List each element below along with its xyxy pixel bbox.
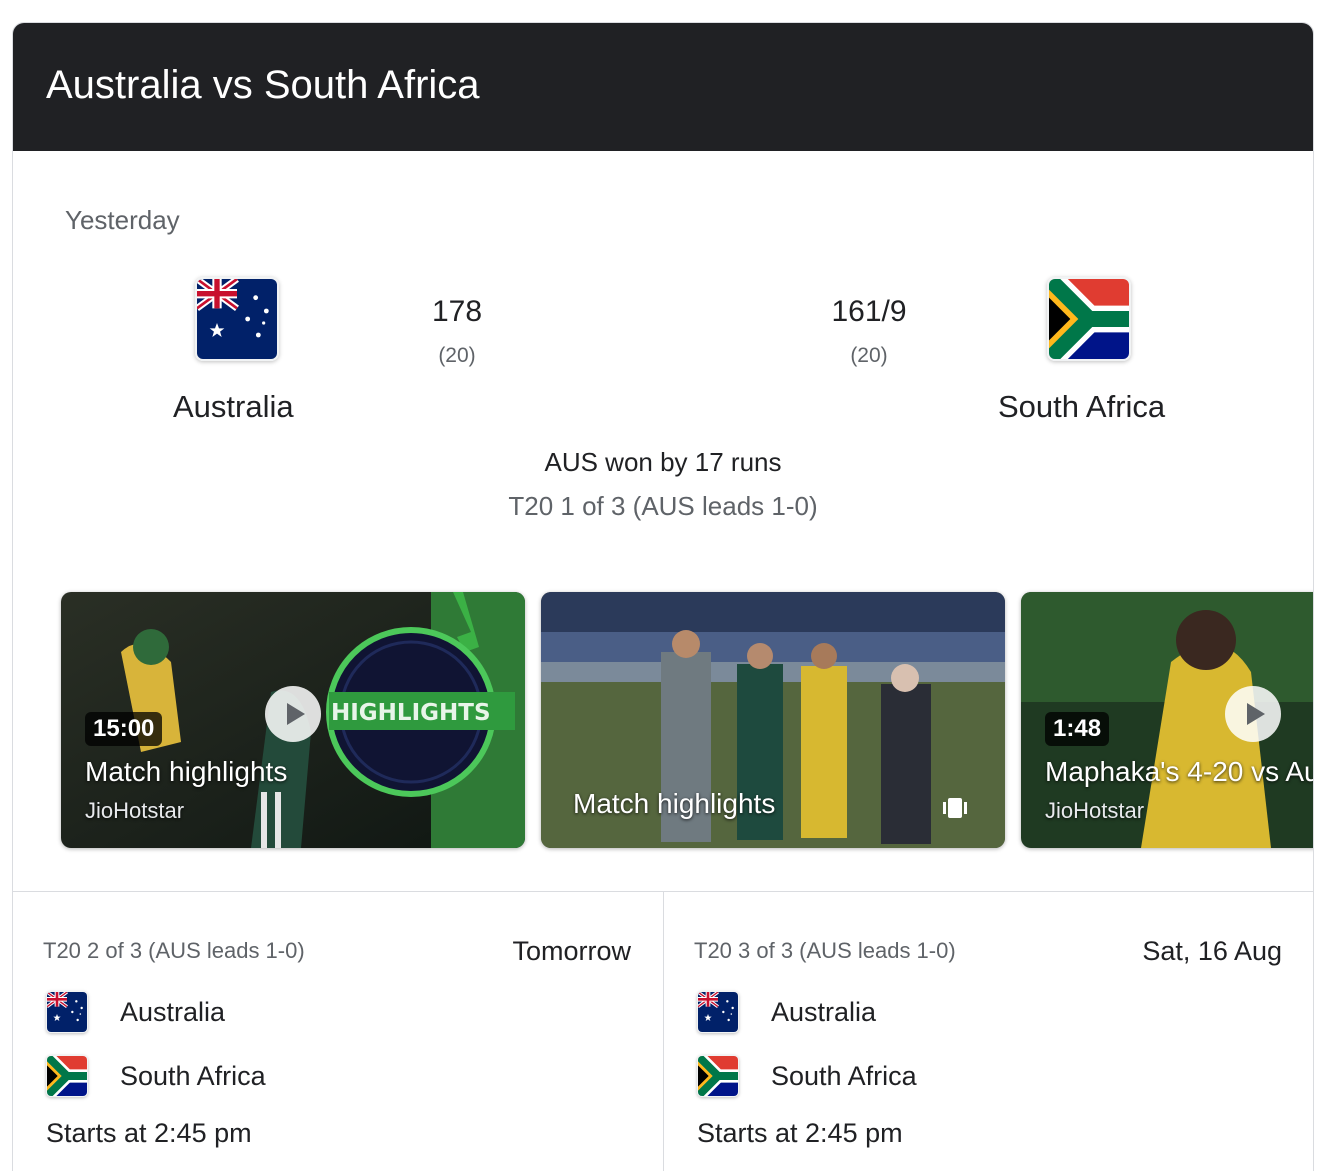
video-title: Match highlights [573,788,776,819]
upcoming-date: Tomorrow [512,936,631,966]
team1-score: 178 [431,295,483,328]
upcoming-team1-row: Australia [697,991,876,1033]
video-card-1[interactable]: HIGHLIGHTS 15:00 Match highlights JioHot… [61,592,525,848]
upcoming-series: T20 3 of 3 (AUS leads 1-0) [694,938,956,963]
video-duration: 1:48 [1045,712,1110,746]
upcoming-team2: South Africa [771,1060,917,1091]
card-header: Australia vs South Africa [13,23,1313,151]
upcoming-start-time: Starts at 2:45 pm [46,1118,252,1148]
video-duration: 15:00 [85,712,163,746]
video-card-3[interactable]: 1:48 Maphaka's 4-20 vs Aus JioHotstar [1021,592,1314,848]
upcoming-team1-row: Australia [46,991,225,1033]
upcoming-date: Sat, 16 Aug [1142,936,1282,966]
upcoming-team2: South Africa [120,1060,266,1091]
upcoming-team2-row: South Africa [697,1055,917,1097]
team2-name[interactable]: South Africa [998,389,1165,425]
match-result: AUS won by 17 runs [544,447,782,477]
video-source: JioHotstar [85,798,185,823]
team1-name[interactable]: Australia [173,389,294,425]
match-series: T20 1 of 3 (AUS leads 1-0) [508,491,818,521]
header-title: Australia vs South Africa [46,63,480,107]
team2-overs: (20) [850,344,888,367]
south-africa-flag-icon [697,1055,739,1097]
south-africa-flag-icon [46,1055,88,1097]
australia-flag-icon [195,277,279,361]
upcoming-match-1[interactable]: T20 2 of 3 (AUS leads 1-0) Tomorrow Aust… [13,892,663,1171]
upcoming-match-2[interactable]: T20 3 of 3 (AUS leads 1-0) Sat, 16 Aug A… [664,892,1313,1171]
australia-flag-icon [697,991,739,1033]
video-card-2[interactable]: Match highlights [541,592,1005,848]
team2-score: 161/9 [831,295,907,328]
upcoming-team1: Australia [120,996,226,1027]
highlights-badge: HIGHLIGHTS [331,700,491,726]
team1-overs: (20) [438,344,476,367]
shorts-icon [943,798,967,818]
play-icon[interactable] [265,686,321,742]
match-when: Yesterday [65,205,180,235]
upcoming-team1: Australia [771,996,877,1027]
video-title: Maphaka's 4-20 vs Aus [1045,756,1314,787]
upcoming-team2-row: South Africa [46,1055,266,1097]
upcoming-start-time: Starts at 2:45 pm [697,1118,903,1148]
play-icon[interactable] [1225,686,1281,742]
video-source: JioHotstar [1045,798,1145,823]
australia-flag-icon [46,991,88,1033]
match-card: Australia vs South Africa Yesterday Aust… [12,22,1314,1171]
video-title: Match highlights [85,756,288,787]
upcoming-series: T20 2 of 3 (AUS leads 1-0) [43,938,305,963]
south-africa-flag-icon [1047,277,1131,361]
